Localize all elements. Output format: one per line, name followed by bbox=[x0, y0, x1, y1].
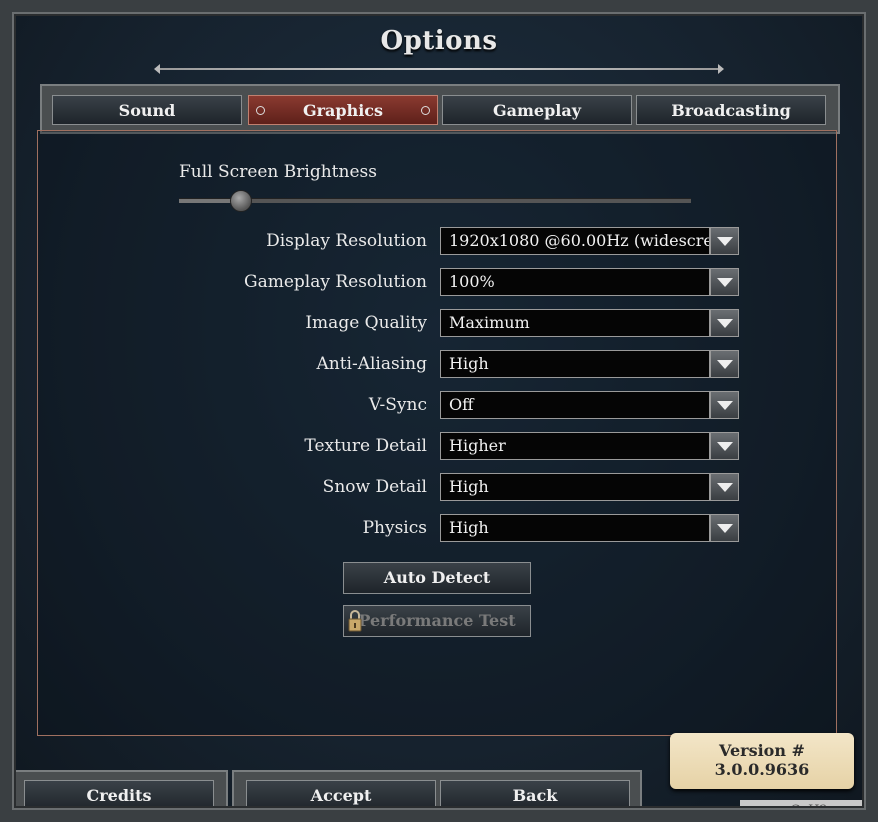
tab-marker-icon bbox=[421, 106, 430, 115]
tab-marker-icon bbox=[256, 106, 265, 115]
setting-label: Display Resolution bbox=[266, 231, 427, 251]
tab-broadcasting[interactable]: Broadcasting bbox=[636, 95, 826, 125]
auto-detect-label: Auto Detect bbox=[383, 568, 491, 587]
setting-dropdown[interactable]: High bbox=[440, 473, 710, 501]
chevron-down-icon[interactable] bbox=[710, 227, 739, 255]
auto-detect-button[interactable]: Auto Detect bbox=[343, 562, 531, 594]
setting-row: Image Quality Maximum bbox=[0, 309, 878, 339]
chevron-down-icon[interactable] bbox=[710, 514, 739, 542]
chevron-down-icon[interactable] bbox=[710, 350, 739, 378]
setting-row: Display Resolution 1920x1080 @60.00Hz (wi… bbox=[0, 227, 878, 257]
chevron-down-icon[interactable] bbox=[710, 391, 739, 419]
credits-button[interactable]: Credits bbox=[24, 780, 214, 812]
tab-sound-label: Sound bbox=[118, 101, 176, 120]
version-label: Version # bbox=[719, 741, 805, 760]
performance-test-button[interactable]: Performance Test bbox=[343, 605, 531, 637]
setting-label: Gameplay Resolution bbox=[243, 272, 427, 292]
setting-row: Gameplay Resolution 100% bbox=[0, 268, 878, 298]
setting-row: Physics High bbox=[0, 514, 878, 544]
tab-broadcasting-label: Broadcasting bbox=[671, 101, 791, 120]
setting-dropdown[interactable]: Off bbox=[440, 391, 710, 419]
chevron-down-icon[interactable] bbox=[710, 309, 739, 337]
tab-bar: Sound Graphics Gameplay Broadcasting bbox=[40, 84, 840, 134]
performance-test-label: Performance Test bbox=[358, 611, 516, 630]
page-title: Options bbox=[380, 26, 498, 56]
setting-label: Image Quality bbox=[305, 313, 427, 333]
setting-row: Snow Detail High bbox=[0, 473, 878, 503]
setting-label: Snow Detail bbox=[322, 477, 427, 497]
chevron-down-icon[interactable] bbox=[710, 473, 739, 501]
setting-dropdown[interactable]: Higher bbox=[440, 432, 710, 460]
setting-label: Texture Detail bbox=[304, 436, 427, 456]
setting-dropdown[interactable]: 1920x1080 @60.00Hz (widescreen) bbox=[440, 227, 710, 255]
tab-gameplay[interactable]: Gameplay bbox=[442, 95, 632, 125]
setting-row: Texture Detail Higher bbox=[0, 432, 878, 462]
tab-graphics[interactable]: Graphics bbox=[248, 95, 438, 125]
brightness-label: Full Screen Brightness bbox=[179, 162, 377, 182]
setting-row: Anti-Aliasing High bbox=[0, 350, 878, 380]
setting-label: V-Sync bbox=[368, 395, 427, 415]
setting-dropdown[interactable]: 100% bbox=[440, 268, 710, 296]
version-number: 3.0.0.9636 bbox=[714, 760, 810, 779]
setting-dropdown[interactable]: Maximum bbox=[440, 309, 710, 337]
back-button[interactable]: Back bbox=[440, 780, 630, 812]
brightness-slider-thumb[interactable] bbox=[230, 190, 252, 212]
tab-sound[interactable]: Sound bbox=[52, 95, 242, 125]
credits-label: Credits bbox=[86, 786, 152, 805]
tab-graphics-label: Graphics bbox=[302, 101, 384, 120]
setting-dropdown[interactable]: High bbox=[440, 514, 710, 542]
game-watermark: - CoH2 - bbox=[740, 800, 878, 822]
setting-label: Physics bbox=[362, 518, 427, 538]
accept-button[interactable]: Accept bbox=[246, 780, 436, 812]
setting-dropdown[interactable]: High bbox=[440, 350, 710, 378]
accept-label: Accept bbox=[310, 786, 372, 805]
footer-left-bar: Credits bbox=[10, 770, 228, 822]
footer-right-bar: Accept Back bbox=[232, 770, 642, 822]
title-divider bbox=[154, 64, 724, 74]
chevron-down-icon[interactable] bbox=[710, 432, 739, 460]
brightness-slider[interactable] bbox=[179, 190, 691, 212]
version-badge: Version # 3.0.0.9636 bbox=[670, 733, 854, 789]
setting-row: V-Sync Off bbox=[0, 391, 878, 421]
lock-icon bbox=[348, 610, 362, 632]
back-label: Back bbox=[512, 786, 558, 805]
setting-label: Anti-Aliasing bbox=[316, 354, 427, 374]
tab-gameplay-label: Gameplay bbox=[492, 101, 582, 120]
chevron-down-icon[interactable] bbox=[710, 268, 739, 296]
